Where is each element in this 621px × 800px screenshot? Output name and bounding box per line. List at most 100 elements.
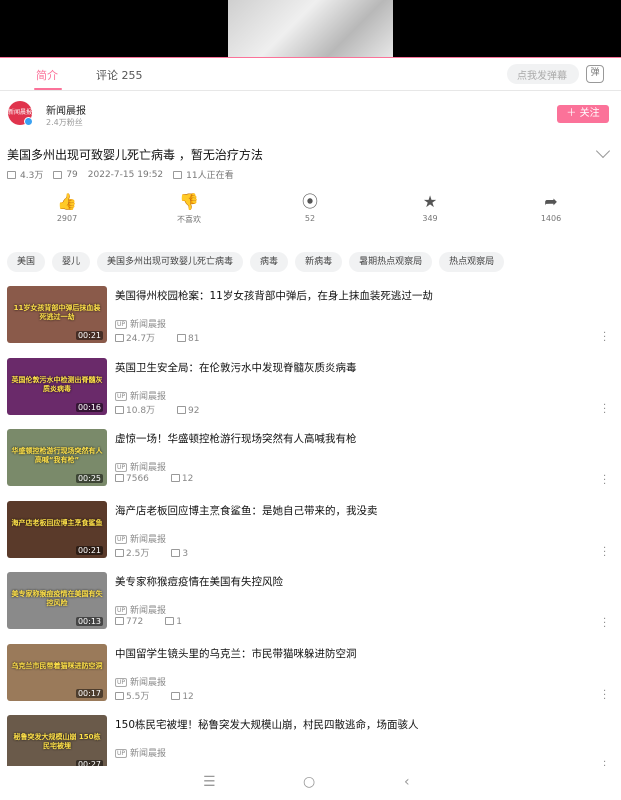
share-button[interactable]: ➦ 1406 xyxy=(521,192,581,223)
menu-icon[interactable]: ☰ xyxy=(203,774,216,790)
recommendation-uploader: UP 新闻晨报 xyxy=(115,746,166,759)
up-badge-icon: UP xyxy=(115,320,128,329)
video-duration: 00:17 xyxy=(75,688,103,698)
uploader-name: 新闻晨报 xyxy=(130,534,167,545)
thumbnail-caption: 11岁女孩背部中弹后抹血装死逃过一劫 xyxy=(13,304,101,321)
video-thumbnail[interactable]: 秘鲁突发大规模山崩 150栋民宅被埋 00:27 xyxy=(7,715,107,772)
video-thumbnail[interactable]: 美专家称猴痘疫情在美国有失控风险 00:13 xyxy=(7,572,107,629)
recommendation-title[interactable]: 英国卫生安全局：在伦敦污水中发现脊髓灰质炎病毒 xyxy=(115,360,357,375)
recommendation-title[interactable]: 150栋民宅被埋！秘鲁突发大规模山崩，村民四散逃命，场面骇人 xyxy=(115,717,419,732)
video-player[interactable] xyxy=(0,0,621,58)
tag-item[interactable]: 新病毒 xyxy=(295,252,343,272)
expand-chevron-icon[interactable] xyxy=(595,143,611,159)
danmaku-input[interactable]: 点我发弹幕 xyxy=(507,64,579,84)
tag-item[interactable]: 婴儿 xyxy=(52,252,91,272)
recommendation-uploader: UP 新闻晨报 xyxy=(115,532,166,545)
comment-count: 1 xyxy=(176,617,182,627)
video-thumbnail[interactable]: 英国伦敦污水中检测出脊髓灰质炎病毒 00:16 xyxy=(7,357,107,415)
like-button[interactable]: 👍 2907 xyxy=(37,192,97,223)
recommendation-uploader: UP 新闻晨报 xyxy=(115,603,166,616)
comments-icon xyxy=(177,405,187,414)
dislike-button[interactable]: 👎 不喜欢 xyxy=(159,192,219,225)
tab-comments[interactable]: 评论 255 xyxy=(96,67,143,83)
list-item[interactable]: 美专家称猴痘疫情在美国有失控风险 00:13 美专家称猴痘疫情在美国有失控风险 UP 新… xyxy=(0,568,621,640)
favorite-button[interactable]: ★ 349 xyxy=(400,192,460,223)
video-title: 美国多州出现可致婴儿死亡病毒 ，暂无治疗方法 xyxy=(7,148,263,162)
tag-item[interactable]: 暑期热点观察局 xyxy=(349,252,433,272)
more-options-icon[interactable]: ··· xyxy=(603,400,606,418)
coin-button[interactable]: ⦿ 52 xyxy=(280,192,340,223)
recommendation-uploader: UP 新闻晨报 xyxy=(115,675,166,688)
up-badge-icon: UP xyxy=(115,749,128,758)
thumbnail-caption: 乌克兰市民带着猫咪进防空洞 xyxy=(11,661,103,670)
recommendation-uploader: UP 新闻晨报 xyxy=(115,317,166,330)
list-item[interactable]: 乌克兰市民带着猫咪进防空洞 00:17 中国留学生镜头里的乌克兰：市民带猫咪躲进防空… xyxy=(0,640,621,712)
video-thumbnail[interactable]: 海产店老板回应博主烹食鲨鱼 00:21 xyxy=(7,500,107,558)
more-options-icon[interactable]: ··· xyxy=(603,543,606,561)
video-duration: 00:21 xyxy=(75,545,103,555)
recommendation-stats: 7566 12 xyxy=(115,474,193,484)
favorite-count: 349 xyxy=(422,214,438,223)
tag-item[interactable]: 病毒 xyxy=(250,252,289,272)
comments-icon xyxy=(177,334,187,342)
thumbnail-caption: 英国伦敦污水中检测出脊髓灰质炎病毒 xyxy=(11,375,103,393)
tag-item[interactable]: 热点观察局 xyxy=(439,252,505,272)
video-progress-bar[interactable] xyxy=(0,57,621,58)
danmaku-icon xyxy=(53,170,63,179)
share-count: 1406 xyxy=(540,214,562,223)
more-options-icon[interactable]: ··· xyxy=(603,472,606,490)
watching-count: 11人正在看 xyxy=(186,171,234,181)
uploader-name: 新闻晨报 xyxy=(130,677,167,688)
more-options-icon[interactable]: ··· xyxy=(603,329,606,347)
follow-button[interactable]: ＋ 关注 xyxy=(557,105,609,123)
up-badge-icon: UP xyxy=(115,463,128,472)
comments-icon xyxy=(171,548,181,557)
uploader-name[interactable]: 新闻晨报 xyxy=(46,102,86,117)
video-meta: 4.3万 79 2022-7-15 19:52 11人正在看 xyxy=(7,168,240,181)
list-item[interactable]: 英国伦敦污水中检测出脊髓灰质炎病毒 00:16 英国卫生安全局：在伦敦污水中发现脊髓… xyxy=(0,354,621,426)
view-count: 2.5万 xyxy=(126,548,150,559)
verified-icon xyxy=(24,117,33,126)
comment-count: 12 xyxy=(181,474,194,484)
views-icon xyxy=(115,405,124,414)
video-duration: 00:13 xyxy=(75,617,103,626)
recommendation-stats: 5.5万 12 xyxy=(115,689,194,702)
views-icon xyxy=(115,334,124,342)
list-item[interactable]: 11岁女孩背部中弹后抹血装死逃过一劫 00:21 美国得州校园枪案：11岁女孩背部中… xyxy=(0,282,621,354)
comment-count: 12 xyxy=(182,691,194,702)
video-thumbnail[interactable]: 11岁女孩背部中弹后抹血装死逃过一劫 00:21 xyxy=(7,286,107,343)
tab-intro[interactable]: 简介 xyxy=(36,67,58,83)
thumbnail-caption: 秘鲁突发大规模山崩 150栋民宅被埋 xyxy=(13,733,101,750)
share-icon: ➦ xyxy=(544,192,558,211)
up-badge-icon: UP xyxy=(115,677,128,687)
more-options-icon[interactable]: ··· xyxy=(603,686,606,704)
recommendation-title[interactable]: 美国得州校园枪案：11岁女孩背部中弹后，在身上抹血装死逃过一劫 xyxy=(115,288,433,303)
recommendation-title[interactable]: 美专家称猴痘疫情在美国有失控风险 xyxy=(115,574,283,589)
list-item[interactable]: 海产店老板回应博主烹食鲨鱼 00:21 海产店老板回应博主烹食鲨鱼：是她自己带来的，… xyxy=(0,497,621,569)
comments-icon xyxy=(165,617,175,625)
list-item[interactable]: 华盛顿控枪游行现场突然有人高喊“我有枪” 00:25 虚惊一场！华盛顿控枪游行现场突… xyxy=(0,425,621,497)
thumbnail-caption: 美专家称猴痘疫情在美国有失控风险 xyxy=(11,590,103,607)
thumb-down-icon: 👎 xyxy=(179,192,199,211)
video-duration: 00:16 xyxy=(75,402,103,412)
recommendation-stats: 772 1 xyxy=(115,617,182,627)
video-thumbnail[interactable]: 华盛顿控枪游行现场突然有人高喊“我有枪” 00:25 xyxy=(7,429,107,486)
recommendation-title[interactable]: 虚惊一场！华盛顿控枪游行现场突然有人高喊我有枪 xyxy=(115,431,357,446)
watching-icon xyxy=(173,170,183,179)
tag-item[interactable]: 美国多州出现可致婴儿死亡病毒 xyxy=(97,252,244,272)
tag-list: 美国 婴儿 美国多州出现可致婴儿死亡病毒 病毒 新病毒 暑期热点观察局 热点观察… xyxy=(7,252,505,272)
back-icon[interactable]: ‹ xyxy=(404,774,410,790)
danmaku-toggle-icon[interactable]: 弹 xyxy=(586,65,604,83)
recommendation-title[interactable]: 海产店老板回应博主烹食鲨鱼：是她自己带来的，我没卖 xyxy=(115,503,378,518)
up-badge-icon: UP xyxy=(115,606,128,615)
view-count: 4.3万 xyxy=(20,171,44,181)
tag-item[interactable]: 美国 xyxy=(7,252,46,272)
recommendation-title[interactable]: 中国留学生镜头里的乌克兰：市民带猫咪躲进防空洞 xyxy=(115,646,357,661)
danmaku-count: 79 xyxy=(66,169,78,180)
uploader-fans: 2.4万粉丝 xyxy=(46,118,83,127)
more-options-icon[interactable]: ··· xyxy=(603,615,606,633)
home-icon[interactable]: ○ xyxy=(303,774,315,790)
video-thumbnail[interactable]: 乌克兰市民带着猫咪进防空洞 00:17 xyxy=(7,643,107,701)
like-count: 2907 xyxy=(56,214,78,223)
comment-count: 81 xyxy=(188,334,200,344)
